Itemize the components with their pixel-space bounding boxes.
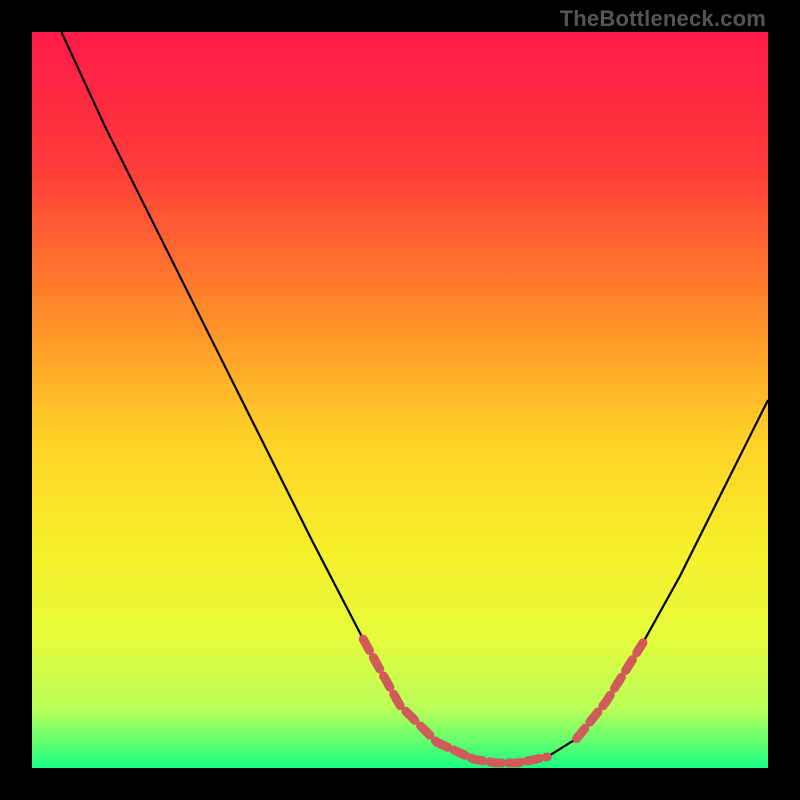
chart-svg bbox=[32, 32, 768, 768]
gradient-background bbox=[32, 32, 768, 768]
plot-area bbox=[32, 32, 768, 768]
chart-frame: TheBottleneck.com bbox=[0, 0, 800, 800]
watermark-text: TheBottleneck.com bbox=[560, 6, 766, 32]
